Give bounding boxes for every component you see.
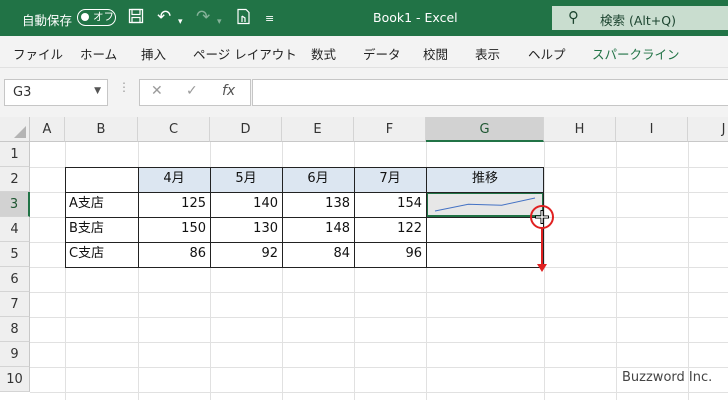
save-icon[interactable] (128, 8, 144, 28)
formula-input[interactable] (252, 79, 728, 106)
ribbon-tabs: ファイル ホーム 挿入 ページ レイアウト 数式 データ 校閲 表示 ヘルプ ス… (0, 36, 728, 68)
tab-formulas[interactable]: 数式 (311, 44, 336, 63)
crosshair-cursor-icon (535, 210, 549, 224)
touch-mode-icon[interactable] (236, 8, 252, 29)
name-box[interactable]: G3 ▼ (4, 79, 108, 106)
chevron-down-icon[interactable]: ▼ (94, 86, 101, 96)
autosave-label: 自動保存 (22, 13, 73, 28)
search-icon: ⚲ (568, 8, 579, 26)
tab-view[interactable]: 表示 (475, 44, 500, 63)
insert-function-icon[interactable]: fx (222, 83, 235, 99)
autosave-state: オフ (93, 11, 114, 23)
title-bar: 自動保存 オフ ↶ ▾ ↷ ▾ ≡ Book1 - Excel ⚲ 検索 (Al… (0, 0, 728, 36)
formula-bar: G3 ▼ ⋮ ✕ ✓ fx (0, 68, 728, 117)
drag-arrow-head (537, 264, 547, 272)
enter-icon[interactable]: ✓ (186, 83, 198, 99)
search-box[interactable]: ⚲ 検索 (Alt+Q) (552, 6, 728, 30)
tab-sparkline[interactable]: スパークライン (592, 44, 680, 63)
toggle-knob (81, 13, 89, 21)
window-title: Book1 - Excel (373, 10, 458, 25)
worksheet-grid[interactable]: A B C D E F G H I J 1 2 3 4 5 6 7 8 9 10… (0, 117, 728, 400)
customize-toolbar-icon[interactable]: ≡ (265, 10, 274, 28)
autosave-toggle[interactable]: オフ (77, 9, 116, 26)
tab-insert[interactable]: 挿入 (141, 44, 166, 63)
formula-buttons: ✕ ✓ fx (139, 79, 251, 106)
redo-dropdown-icon[interactable]: ▾ (217, 13, 222, 31)
undo-dropdown-icon[interactable]: ▾ (178, 13, 183, 31)
name-box-value: G3 (13, 85, 32, 100)
tab-review[interactable]: 校閲 (423, 44, 448, 63)
cancel-icon[interactable]: ✕ (151, 83, 163, 99)
undo-icon[interactable]: ↶ (157, 8, 171, 26)
tab-home[interactable]: ホーム (80, 44, 117, 63)
tab-help[interactable]: ヘルプ (528, 44, 566, 63)
tab-file[interactable]: ファイル (13, 44, 63, 63)
tab-data[interactable]: データ (363, 44, 401, 63)
tab-page-layout[interactable]: ページ レイアウト (193, 44, 297, 63)
more-options-icon: ⋮ (118, 80, 130, 94)
drag-annotation (530, 205, 554, 272)
redo-icon[interactable]: ↷ (196, 8, 210, 26)
watermark: Buzzword Inc. (622, 370, 713, 385)
search-placeholder: 検索 (Alt+Q) (600, 13, 676, 28)
